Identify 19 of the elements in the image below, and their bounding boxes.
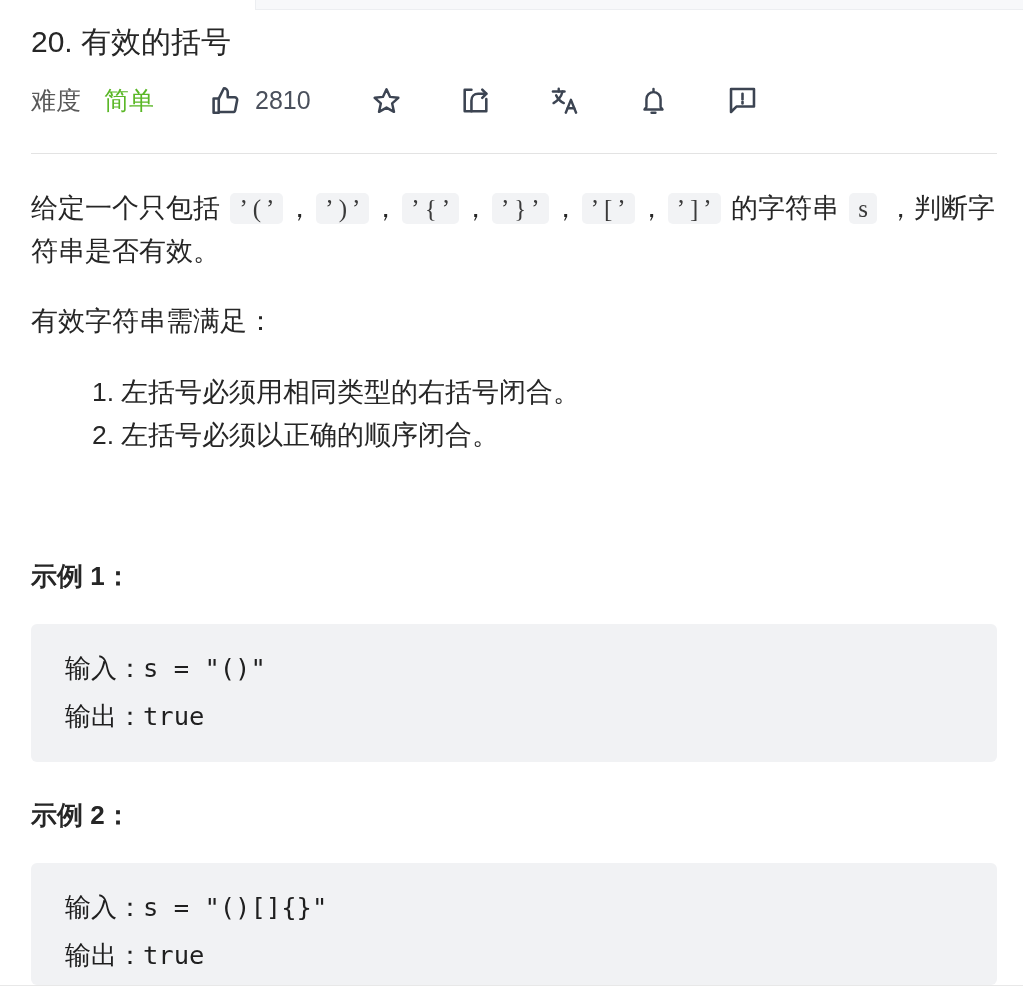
problem-description: 给定一个只包括 ’(’ ， ’)’ ， ’{’ ， ’}’ ， ’[’ ， ’]’ 的字符串 s ，判断字符串是否有效。: [31, 192, 997, 268]
difficulty-label: 难度: [31, 84, 81, 116]
requirement-item: 2. 左括号必须以正确的顺序闭合。: [92, 419, 500, 452]
difficulty-value: 简单: [104, 84, 154, 116]
requirements-intro: 有效字符串需满足：: [31, 305, 275, 338]
code-line: 输出：true: [65, 700, 205, 733]
like-button[interactable]: 2810: [212, 85, 311, 115]
code-line: 输入：s = "()": [65, 652, 266, 685]
code-line: 输入：s = "()[]{}": [65, 891, 328, 924]
problem-title: 20. 有效的括号: [31, 26, 232, 58]
translate-icon[interactable]: [550, 86, 578, 114]
example-heading: 示例 2：: [31, 799, 131, 832]
star-icon[interactable]: [372, 86, 400, 114]
example-heading: 示例 1：: [31, 560, 131, 593]
feedback-icon[interactable]: [728, 86, 756, 114]
requirement-item: 1. 左括号必须用相同类型的右括号闭合。: [92, 376, 581, 409]
thumbs-up-icon: [212, 86, 239, 114]
code-line: 输出：true: [65, 939, 205, 972]
share-icon[interactable]: [461, 86, 489, 114]
